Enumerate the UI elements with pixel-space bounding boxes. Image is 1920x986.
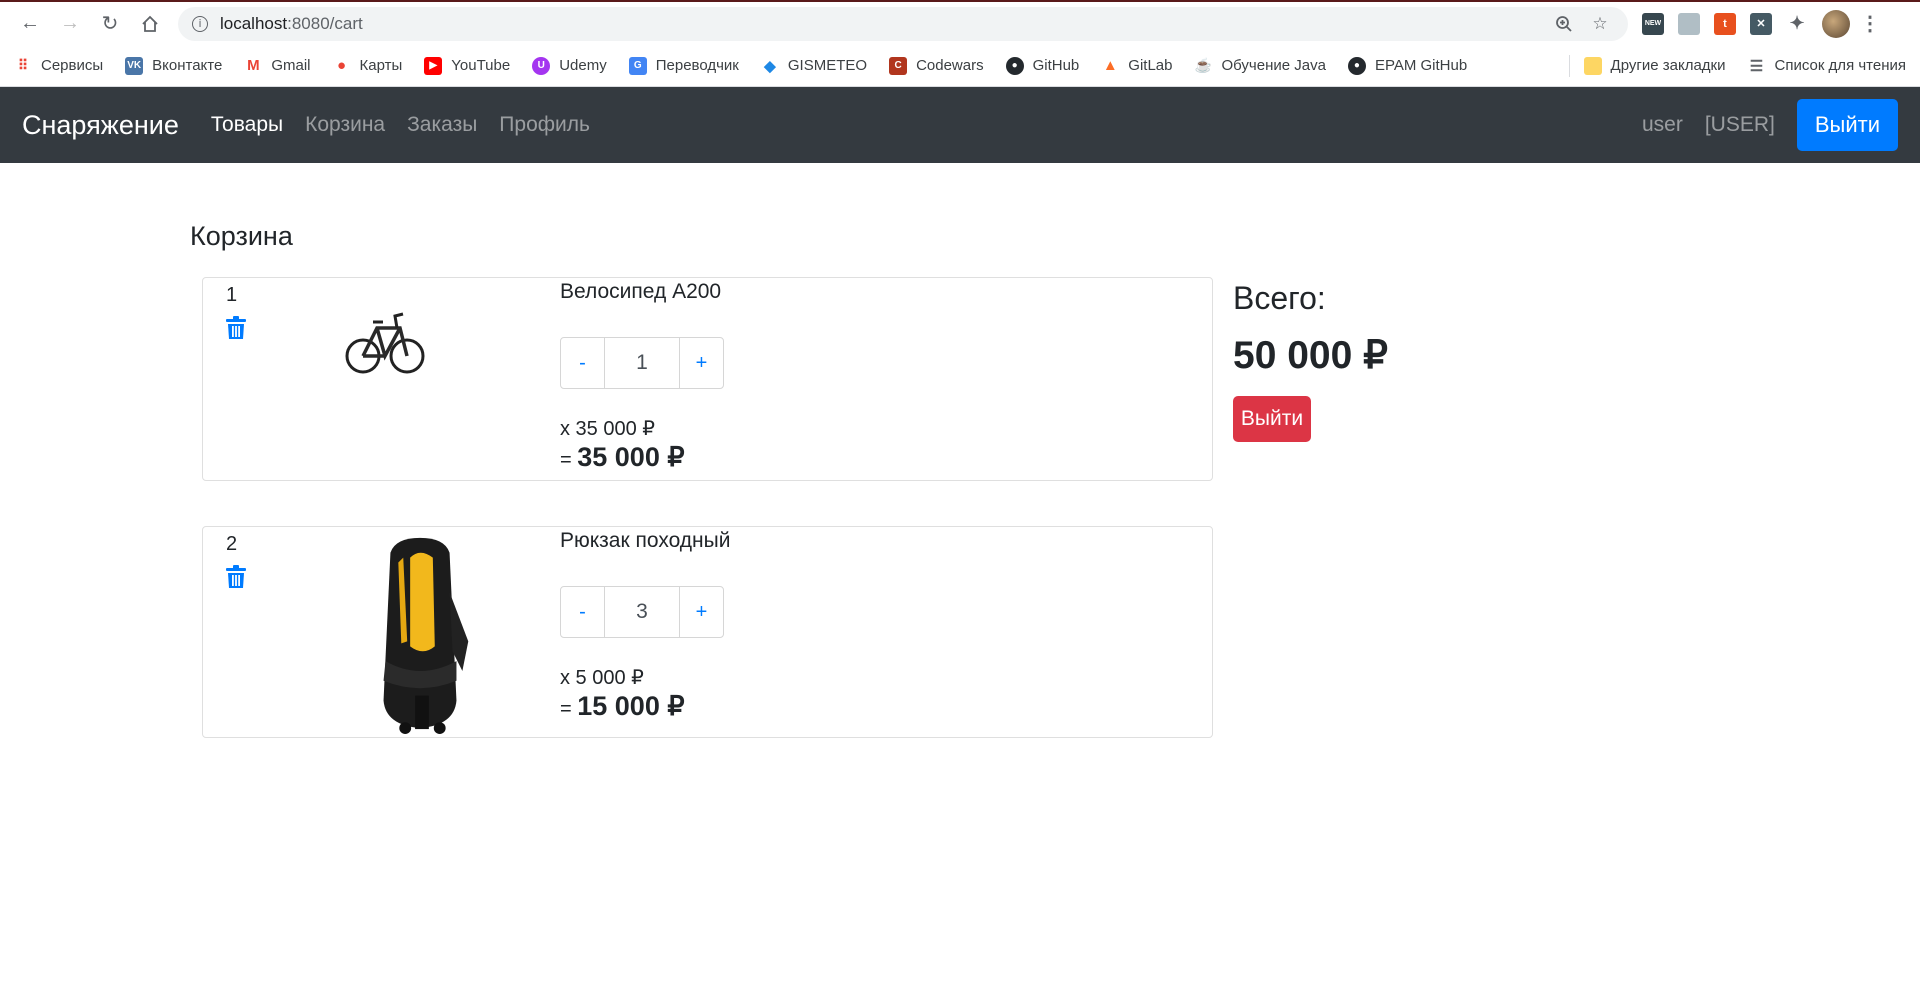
cart-item: 1 Велосипед A200 - 1 + x 35 000 ₽ = 35 0… [202, 277, 1213, 481]
reload-icon[interactable]: ↻ [90, 4, 130, 44]
translate-icon: G [628, 56, 647, 75]
java-icon: ☕ [1194, 56, 1213, 75]
logout-button[interactable]: Выйти [1796, 99, 1898, 151]
navbar-username: user [1641, 113, 1683, 136]
home-icon[interactable] [130, 4, 170, 44]
bookmark-translate[interactable]: G Переводчик [628, 56, 739, 75]
github-icon: ● [1347, 56, 1366, 75]
cart-item-index: 2 [226, 533, 238, 555]
extension-new-icon[interactable]: NEW [1642, 12, 1664, 35]
forward-icon[interactable]: → [50, 4, 90, 44]
gitlab-icon: ▲ [1101, 56, 1120, 75]
cart-item-subtotal: = 35 000 ₽ [560, 442, 685, 472]
extension-gray-icon[interactable] [1678, 12, 1700, 35]
cart-summary: Всего: 50 000 ₽ Выйти [1233, 280, 1388, 442]
total-amount: 50 000 ₽ [1233, 334, 1388, 377]
nav-link-profile[interactable]: Профиль [499, 113, 590, 137]
extension-dark-icon[interactable]: ✕ [1750, 12, 1772, 35]
reading-list[interactable]: ☰ Список для чтения [1747, 56, 1906, 75]
total-label: Всего: [1233, 280, 1326, 316]
increase-quantity-button[interactable]: + [679, 337, 724, 389]
folder-icon [1583, 56, 1602, 75]
trash-icon[interactable] [225, 565, 247, 589]
cart-item-index: 1 [226, 284, 238, 306]
backpack-image [383, 537, 469, 735]
bookmark-youtube[interactable]: ▶ YouTube [424, 56, 510, 75]
quantity-stepper: - 1 + [560, 337, 724, 389]
nav-link-cart[interactable]: Корзина [305, 113, 385, 137]
quantity-stepper: - 3 + [560, 586, 724, 638]
increase-quantity-button[interactable]: + [679, 586, 724, 638]
reading-list-icon: ☰ [1747, 56, 1766, 75]
codewars-icon: C [889, 56, 908, 75]
app-navbar: Снаряжение Товары Корзина Заказы Профиль… [0, 87, 1920, 163]
quantity-value[interactable]: 3 [605, 586, 679, 638]
github-icon: ● [1005, 56, 1024, 75]
bookmark-gismeteo[interactable]: ◆ GISMETEO [760, 56, 867, 75]
extension-t-icon[interactable]: t [1714, 12, 1736, 35]
address-bar[interactable]: i localhost:8080/cart ☆ [178, 6, 1628, 41]
bookmark-other[interactable]: Другие закладки [1583, 56, 1725, 75]
maps-pin-icon: ● [332, 56, 351, 75]
browser-toolbar: ← → ↻ i localhost:8080/cart ☆ NEW t ✕ ✦ … [0, 0, 1920, 45]
cart-item-name: Рюкзак походный [560, 529, 731, 552]
bookmark-vkontakte[interactable]: VK Вконтакте [125, 56, 222, 75]
profile-avatar[interactable] [1822, 9, 1850, 38]
back-icon[interactable]: ← [10, 4, 50, 44]
nav-link-products[interactable]: Товары [211, 113, 283, 137]
page-title: Корзина [190, 221, 293, 251]
navbar-role: [USER] [1704, 113, 1775, 136]
decrease-quantity-button[interactable]: - [560, 337, 605, 389]
bicycle-image [345, 312, 425, 374]
bookmarks-separator [1568, 54, 1570, 77]
gmail-icon: M [244, 56, 263, 75]
decrease-quantity-button[interactable]: - [560, 586, 605, 638]
bookmark-codewars[interactable]: C Codewars [889, 56, 984, 75]
quantity-value[interactable]: 1 [605, 337, 679, 389]
bookmarks-bar: ⠿ Сервисы VK Вконтакте M Gmail ● Карты ▶ YouT… [0, 45, 1920, 87]
checkout-logout-button[interactable]: Выйти [1233, 396, 1311, 442]
bookmark-udemy[interactable]: U Udemy [532, 56, 607, 75]
trash-icon[interactable] [225, 316, 247, 340]
cart-item-subtotal: = 15 000 ₽ [560, 691, 685, 721]
udemy-icon: U [532, 56, 551, 75]
url-text: localhost:8080/cart [220, 13, 363, 33]
apps-grid-icon: ⠿ [14, 56, 32, 75]
youtube-icon: ▶ [424, 56, 443, 75]
cart-item-name: Велосипед A200 [560, 280, 722, 303]
site-info-icon[interactable]: i [192, 15, 208, 32]
bookmark-gitlab[interactable]: ▲ GitLab [1101, 56, 1172, 75]
bookmark-star-icon[interactable]: ☆ [1586, 10, 1614, 38]
cart-item-unit-price: x 35 000 ₽ [560, 418, 656, 440]
bookmark-gmail[interactable]: M Gmail [244, 56, 311, 75]
brand-logo[interactable]: Снаряжение [22, 110, 179, 141]
gismeteo-icon: ◆ [760, 56, 779, 75]
cart-item-unit-price: x 5 000 ₽ [560, 667, 644, 689]
cart-item: 2 Рюкзак походный - 3 + x 5 000 ₽ = 15 0… [202, 526, 1213, 738]
bookmark-epam-github[interactable]: ● EPAM GitHub [1347, 56, 1467, 75]
bookmark-java[interactable]: ☕ Обучение Java [1194, 56, 1326, 75]
bookmark-servisy[interactable]: ⠿ Сервисы [14, 56, 103, 75]
vk-icon: VK [125, 56, 144, 75]
zoom-icon[interactable] [1550, 10, 1578, 38]
browser-menu-icon[interactable]: ⋮ [1860, 13, 1880, 35]
nav-link-orders[interactable]: Заказы [407, 113, 477, 137]
bookmark-maps[interactable]: ● Карты [332, 56, 402, 75]
extensions-puzzle-icon[interactable]: ✦ [1786, 13, 1808, 35]
bookmark-github[interactable]: ● GitHub [1005, 56, 1079, 75]
